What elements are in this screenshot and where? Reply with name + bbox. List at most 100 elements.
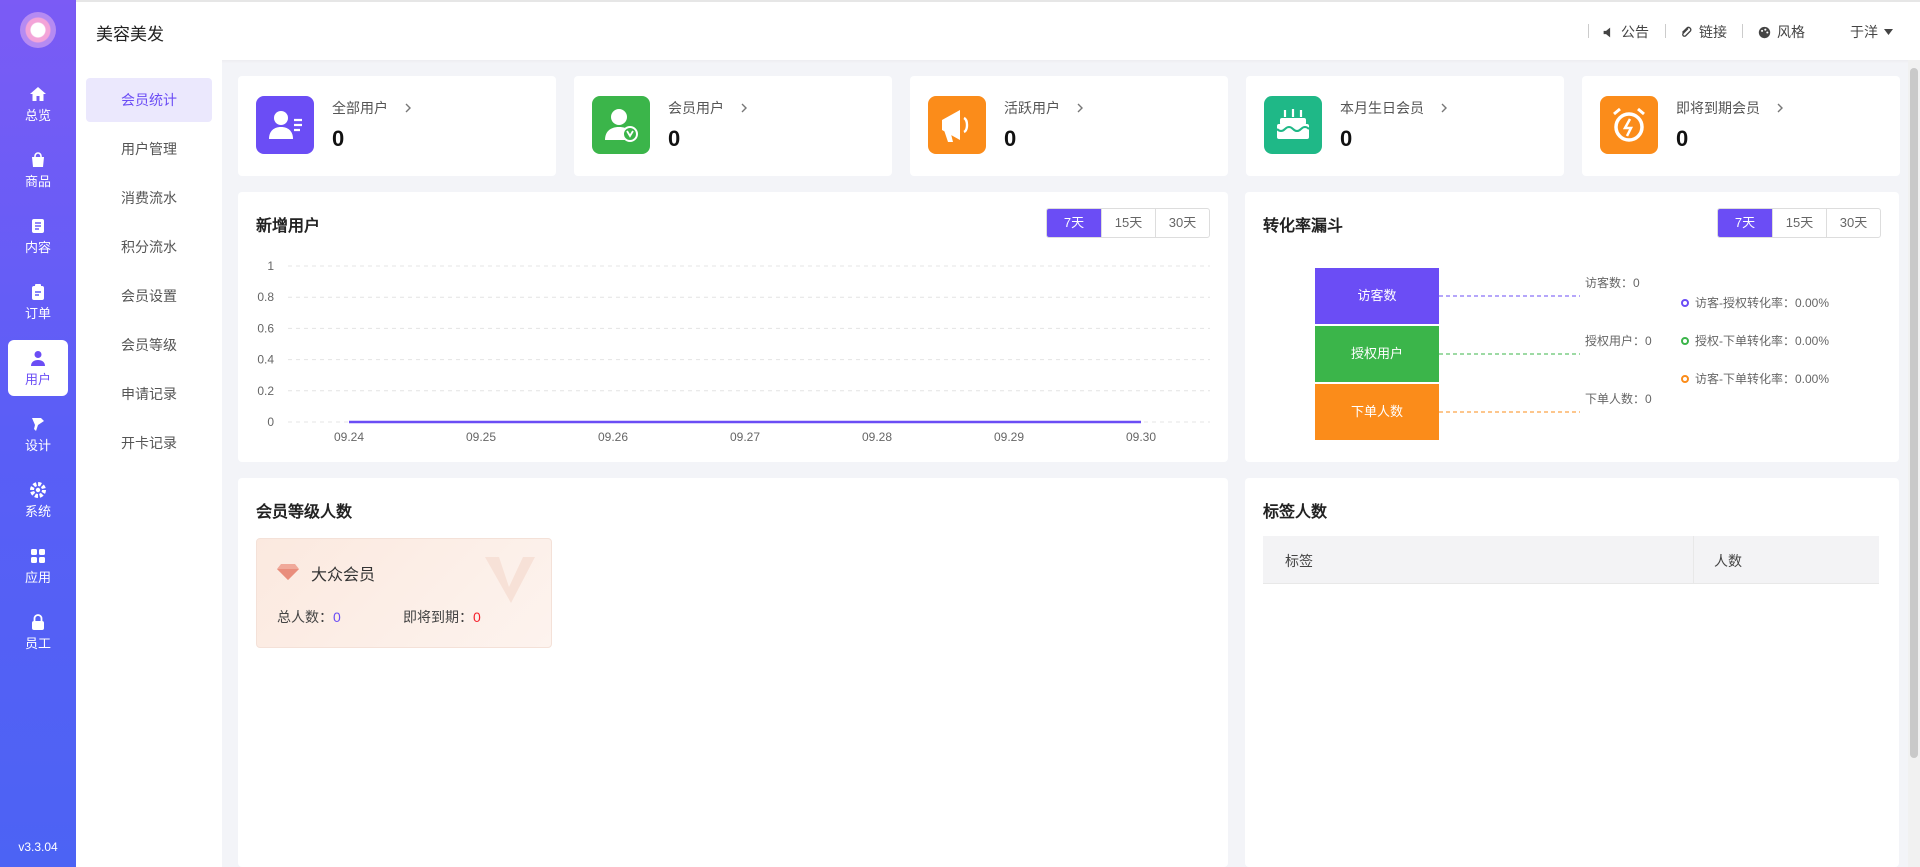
x-tick-label: 09.26 bbox=[598, 430, 628, 444]
store-name: 美容美发 bbox=[96, 25, 164, 44]
subnav-item[interactable]: 积分流水 bbox=[86, 225, 212, 269]
y-tick-label: 0.6 bbox=[257, 321, 274, 335]
stat-title: 会员用户 bbox=[668, 98, 748, 118]
nav-item-1[interactable]: 商品 bbox=[8, 142, 68, 198]
stat-card[interactable]: 会员用户 0 bbox=[574, 76, 892, 176]
tag-count-card: 标签人数 标签 人数 bbox=[1245, 478, 1899, 867]
stat-card[interactable]: 活跃用户 0 bbox=[910, 76, 1228, 176]
document-icon bbox=[32, 219, 44, 233]
x-tick-label: 09.27 bbox=[730, 430, 760, 444]
nav-item-8[interactable]: 员工 bbox=[8, 604, 68, 660]
stat-title: 本月生日会员 bbox=[1340, 98, 1448, 118]
nav-item-2[interactable]: 内容 bbox=[8, 208, 68, 264]
megaphone-icon bbox=[942, 110, 969, 142]
stat-title-text: 会员用户 bbox=[668, 100, 724, 116]
stat-value: 0 bbox=[1340, 126, 1353, 151]
style-menu[interactable]: 风格 bbox=[1758, 22, 1805, 42]
nav-item-label: 员工 bbox=[24, 636, 51, 651]
y-tick-label: 1 bbox=[267, 259, 274, 273]
column-header-tag[interactable]: 标签 bbox=[1285, 551, 1313, 571]
chevron-right-icon bbox=[1777, 103, 1783, 113]
top-header: 美容美发 公告 链接 风格 于洋 bbox=[76, 0, 1920, 60]
subnav-item[interactable]: 会员统计 bbox=[86, 78, 212, 122]
subnav-item[interactable]: 申请记录 bbox=[86, 372, 212, 416]
nav-item-4[interactable]: 用户 bbox=[8, 340, 68, 396]
column-header-count[interactable]: 人数 bbox=[1693, 536, 1879, 584]
version-label: v3.3.04 bbox=[18, 840, 58, 854]
chevron-right-icon bbox=[405, 103, 411, 113]
nav-item-label: 总览 bbox=[24, 108, 51, 123]
funnel-stage: 访客数 bbox=[1315, 268, 1439, 324]
home-icon bbox=[30, 87, 46, 101]
funnel-stage-note: 访客数：0 bbox=[1585, 276, 1640, 290]
stat-title-text: 活跃用户 bbox=[1004, 100, 1060, 116]
legend-text: 授权-下单转化率：0.00% bbox=[1695, 334, 1830, 348]
user-dropdown[interactable]: 于洋 bbox=[1850, 22, 1893, 42]
gear-icon bbox=[30, 482, 46, 498]
nav-item-3[interactable]: 订单 bbox=[8, 274, 68, 330]
y-tick-label: 0 bbox=[267, 415, 274, 429]
brush-icon bbox=[32, 418, 44, 431]
nav-item-label: 订单 bbox=[24, 306, 51, 321]
new-users-card: 新增用户 7天 15天 30天 0 0.2 0.4 0.6 0.8 1 09.24 09.25 09… bbox=[238, 192, 1228, 462]
level-total: 总人数：0 bbox=[277, 607, 341, 627]
member-level-title: 会员等级人数 bbox=[256, 504, 353, 521]
x-tick-label: 09.24 bbox=[334, 430, 364, 444]
nav-item-0[interactable]: 总览 bbox=[8, 76, 68, 132]
subnav-item[interactable]: 用户管理 bbox=[86, 127, 212, 171]
nav-item-7[interactable]: 应用 bbox=[8, 538, 68, 594]
main-sidebar: 总览 商品 内容 订单 用户 设计 系统 应用 员工 v3.3.04 bbox=[0, 0, 76, 867]
stat-title: 即将到期会员 bbox=[1676, 98, 1784, 118]
stat-icon-box bbox=[928, 96, 986, 154]
scrollbar-thumb[interactable] bbox=[1910, 68, 1918, 758]
nav-item-label: 内容 bbox=[24, 240, 51, 255]
palette-icon bbox=[1758, 26, 1771, 38]
legend-dot-icon bbox=[1681, 374, 1689, 383]
stat-card[interactable]: 即将到期会员 0 bbox=[1582, 76, 1900, 176]
funnel-stage-note: 下单人数：0 bbox=[1585, 392, 1652, 406]
header-divider bbox=[1588, 24, 1589, 38]
level-card-basic[interactable]: 大众会员 总人数：0 即将到期：0 bbox=[256, 538, 552, 648]
funnel-legend-item: 授权-下单转化率：0.00% bbox=[1681, 332, 1829, 349]
nav-item-label: 商品 bbox=[24, 174, 51, 189]
legend-text: 访客-下单转化率：0.00% bbox=[1695, 372, 1830, 386]
link-label: 链接 bbox=[1699, 24, 1727, 40]
level-name: 大众会员 bbox=[311, 567, 376, 584]
nav-item-5[interactable]: 设计 bbox=[8, 406, 68, 462]
x-tick-label: 09.29 bbox=[994, 430, 1024, 444]
subnav-item[interactable]: 会员设置 bbox=[86, 274, 212, 318]
link-menu[interactable]: 链接 bbox=[1680, 22, 1727, 42]
style-label: 风格 bbox=[1777, 24, 1805, 40]
header-divider bbox=[1742, 24, 1743, 38]
stat-card[interactable]: 全部用户 0 bbox=[238, 76, 556, 176]
legend-dot-icon bbox=[1681, 298, 1689, 307]
level-total-value: 0 bbox=[333, 609, 341, 625]
stat-title: 全部用户 bbox=[332, 98, 412, 118]
level-expire-label: 即将到期： bbox=[403, 609, 473, 625]
stat-icon-box bbox=[1264, 96, 1322, 154]
stat-value: 0 bbox=[668, 126, 681, 151]
subnav-item[interactable]: 开卡记录 bbox=[86, 421, 212, 465]
stat-title: 活跃用户 bbox=[1004, 98, 1084, 118]
stat-icon-box bbox=[256, 96, 314, 154]
stat-icon-box bbox=[1600, 96, 1658, 154]
subnav-item[interactable]: 会员等级 bbox=[86, 323, 212, 367]
paperclip-icon bbox=[1681, 26, 1692, 37]
caret-down-icon bbox=[1884, 29, 1893, 35]
notice-link[interactable]: 公告 bbox=[1602, 22, 1649, 42]
nav-item-6[interactable]: 系统 bbox=[8, 472, 68, 528]
subnav-item[interactable]: 消费流水 bbox=[86, 176, 212, 220]
stat-title-text: 本月生日会员 bbox=[1340, 100, 1424, 116]
clipboard-icon bbox=[32, 284, 44, 300]
legend-dot-icon bbox=[1681, 336, 1689, 345]
member-icon bbox=[605, 109, 638, 142]
app-logo[interactable] bbox=[20, 12, 56, 48]
chevron-right-icon bbox=[1441, 103, 1447, 113]
legend-text: 访客-授权转化率：0.00% bbox=[1695, 296, 1830, 310]
member-level-card: 会员等级人数 大众会员 总人数：0 即将到期：0 bbox=[238, 478, 1228, 867]
level-expire-value: 0 bbox=[473, 609, 481, 625]
page-scrollbar[interactable] bbox=[1908, 60, 1920, 867]
stat-card[interactable]: 本月生日会员 0 bbox=[1246, 76, 1564, 176]
stat-icon-box bbox=[592, 96, 650, 154]
apps-icon bbox=[31, 549, 45, 563]
